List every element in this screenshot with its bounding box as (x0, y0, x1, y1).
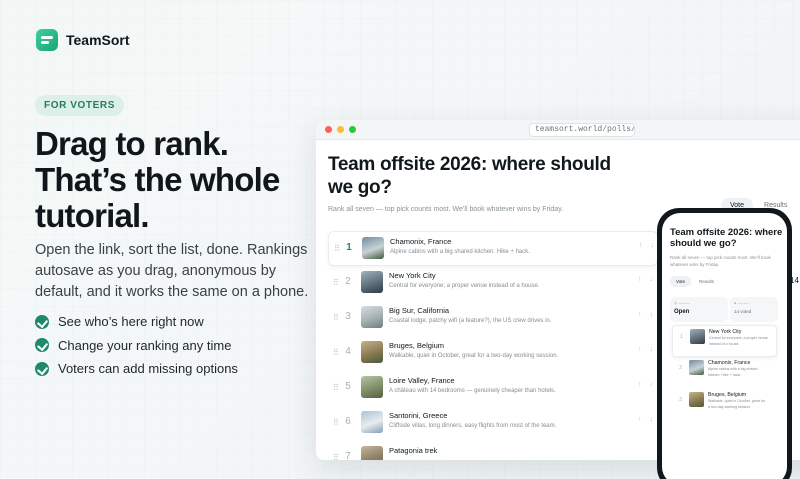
option-name: Loire Valley, France (389, 376, 455, 385)
brand-name: TeamSort (66, 32, 130, 48)
option-thumbnail (361, 306, 383, 328)
rank-number: 3 (345, 311, 351, 322)
teamsort-logo-icon (36, 29, 58, 51)
feature-text: Change your ranking any time (58, 337, 232, 353)
phone-ranking-row[interactable]: 1 New York City Central for everyone; a p… (672, 325, 777, 357)
option-thumbnail (361, 446, 383, 460)
phone-voters-card: ● ⸺⸺ 14 voted (730, 297, 778, 322)
phone-screen: Team offsite 2026: where should we go? R… (662, 213, 787, 479)
phone-poll-subtitle: Rank all seven — top pick counts most. W… (670, 255, 771, 267)
phone-poll-title: Team offsite 2026: where should we go? (670, 227, 783, 249)
option-desc: Walkable, quiet in October, great for a … (389, 353, 559, 359)
option-desc: Walkable, quiet in October, great for a … (708, 399, 766, 409)
option-desc: Cliffside villas, long dinners, easy fli… (389, 423, 557, 429)
option-thumbnail (361, 271, 383, 293)
ranking-row[interactable]: ⠿ 2 New York City Central for everyone; a… (328, 266, 658, 301)
phone-status-card: ◎ ⸺⸺ Open (670, 297, 728, 322)
headline-line: That’s the whole (35, 161, 280, 198)
option-thumbnail (361, 411, 383, 433)
ranking-row[interactable]: ⠿ 5 Loire Valley, France A château with 1… (328, 371, 658, 406)
option-desc: Central for everyone; a proper venue ins… (389, 283, 540, 289)
option-desc: Alpine cabins with a big shared kitchen.… (390, 249, 530, 255)
ranking-row[interactable]: ⠿ 4 Bruges, Belgium Walkable, quiet in Oc… (328, 336, 658, 371)
check-icon (35, 314, 49, 329)
rank-number: 1 (346, 242, 352, 253)
maximize-dot-icon[interactable] (349, 126, 356, 133)
option-name: Patagonia trek (389, 446, 438, 455)
hero-lead: Open the link, sort the list, done. Rank… (35, 242, 309, 300)
close-dot-icon[interactable] (325, 126, 332, 133)
ranking-row[interactable]: ⠿ 6 Santorini, Greece Cliffside villas, l… (328, 406, 658, 441)
option-thumbnail (361, 341, 383, 363)
rank-number: 3 (679, 397, 682, 403)
rank-number: 5 (345, 381, 351, 392)
feature-text: See who’s here right now (58, 314, 204, 330)
poll-title: Team offsite 2026: where should we go? (328, 154, 611, 198)
option-name: Big Sur, California (389, 306, 450, 315)
option-desc: Central for everyone; a proper venue ins… (709, 336, 768, 346)
drag-handle-icon[interactable]: ⠿ (334, 244, 342, 253)
option-name: Chamonix, France (708, 360, 751, 366)
feature-list: See who’s here right now Change your ran… (35, 310, 238, 381)
drag-handle-icon[interactable]: ⠿ (333, 453, 341, 460)
option-desc: A château with 14 bedrooms — genuinely c… (389, 388, 556, 394)
option-desc: Coastal lodge, patchy wifi (a feature?),… (389, 318, 552, 324)
poll-subtitle: Rank all seven — top pick counts most. W… (328, 206, 564, 213)
rank-number: 2 (345, 276, 351, 287)
browser-chrome: teamsort.world/polls/… (316, 120, 800, 140)
option-name: New York City (389, 271, 436, 280)
phone-ranking-row[interactable]: 3 Bruges, Belgium Walkable, quiet in Octo… (672, 389, 777, 421)
ranking-row[interactable]: ⠿ 1 Chamonix, France Alpine cabins with a… (328, 231, 658, 266)
option-thumbnail (690, 329, 705, 344)
option-name: Bruges, Belgium (389, 341, 445, 350)
feature-text: Voters can add missing options (58, 361, 238, 377)
phone-tabs: Vote Results (670, 276, 720, 287)
option-name: New York City (709, 329, 742, 335)
feature-item: Voters can add missing options (35, 357, 238, 381)
drag-handle-icon[interactable]: ⠿ (333, 348, 341, 357)
headline-line: tutorial. (35, 197, 150, 234)
phone-mockup: Team offsite 2026: where should we go? R… (657, 208, 792, 479)
audience-pill: FOR VOTERS (35, 95, 125, 116)
ranking-row[interactable]: ⠿ 3 Big Sur, California Coastal lodge, pa… (328, 301, 658, 336)
rank-number: 2 (679, 365, 682, 371)
option-name: Bruges, Belgium (708, 392, 747, 398)
rank-number: 1 (680, 334, 683, 340)
ranking-row[interactable]: ⠿ 7 Patagonia trek (328, 441, 658, 460)
rank-number: 6 (345, 416, 351, 427)
check-icon (35, 338, 49, 353)
drag-handle-icon[interactable]: ⠿ (333, 313, 341, 322)
feature-item: Change your ranking any time (35, 334, 238, 358)
window-controls (325, 126, 356, 133)
option-desc: Alpine cabins with a big shared kitchen.… (708, 367, 758, 377)
phone-ranking-row[interactable]: 2 Chamonix, France Alpine cabins with a b… (672, 357, 777, 389)
option-thumbnail (689, 392, 704, 407)
phone-tab-results[interactable]: Results (693, 276, 720, 287)
option-name: Santorini, Greece (389, 411, 448, 420)
brand-logo[interactable]: TeamSort (36, 29, 130, 51)
option-thumbnail (362, 237, 384, 259)
option-thumbnail (361, 376, 383, 398)
headline-line: Drag to rank. (35, 125, 229, 162)
check-icon (35, 361, 49, 376)
drag-handle-icon[interactable]: ⠿ (333, 383, 341, 392)
status-value: Open (674, 309, 690, 315)
phone-tab-vote[interactable]: Vote (670, 276, 692, 287)
rank-number: 4 (345, 346, 351, 357)
drag-handle-icon[interactable]: ⠿ (333, 278, 341, 287)
option-name: Chamonix, France (390, 237, 452, 246)
option-thumbnail (689, 360, 704, 375)
address-bar[interactable]: teamsort.world/polls/… (529, 123, 635, 137)
feature-item: See who’s here right now (35, 310, 238, 334)
drag-handle-icon[interactable]: ⠿ (333, 418, 341, 427)
voters-value: 14 voted (734, 309, 752, 314)
ranking-list: ⠿ 1 Chamonix, France Alpine cabins with a… (328, 231, 658, 460)
hero-headline: Drag to rank. That’s the whole tutorial. (35, 126, 335, 234)
voters-label: ● ⸺⸺ (734, 301, 749, 305)
phone-ranking-list: 1 New York City Central for everyone; a p… (672, 325, 777, 421)
minimize-dot-icon[interactable] (337, 126, 344, 133)
status-label: ◎ ⸺⸺ (674, 301, 690, 305)
rank-number: 7 (345, 451, 351, 460)
